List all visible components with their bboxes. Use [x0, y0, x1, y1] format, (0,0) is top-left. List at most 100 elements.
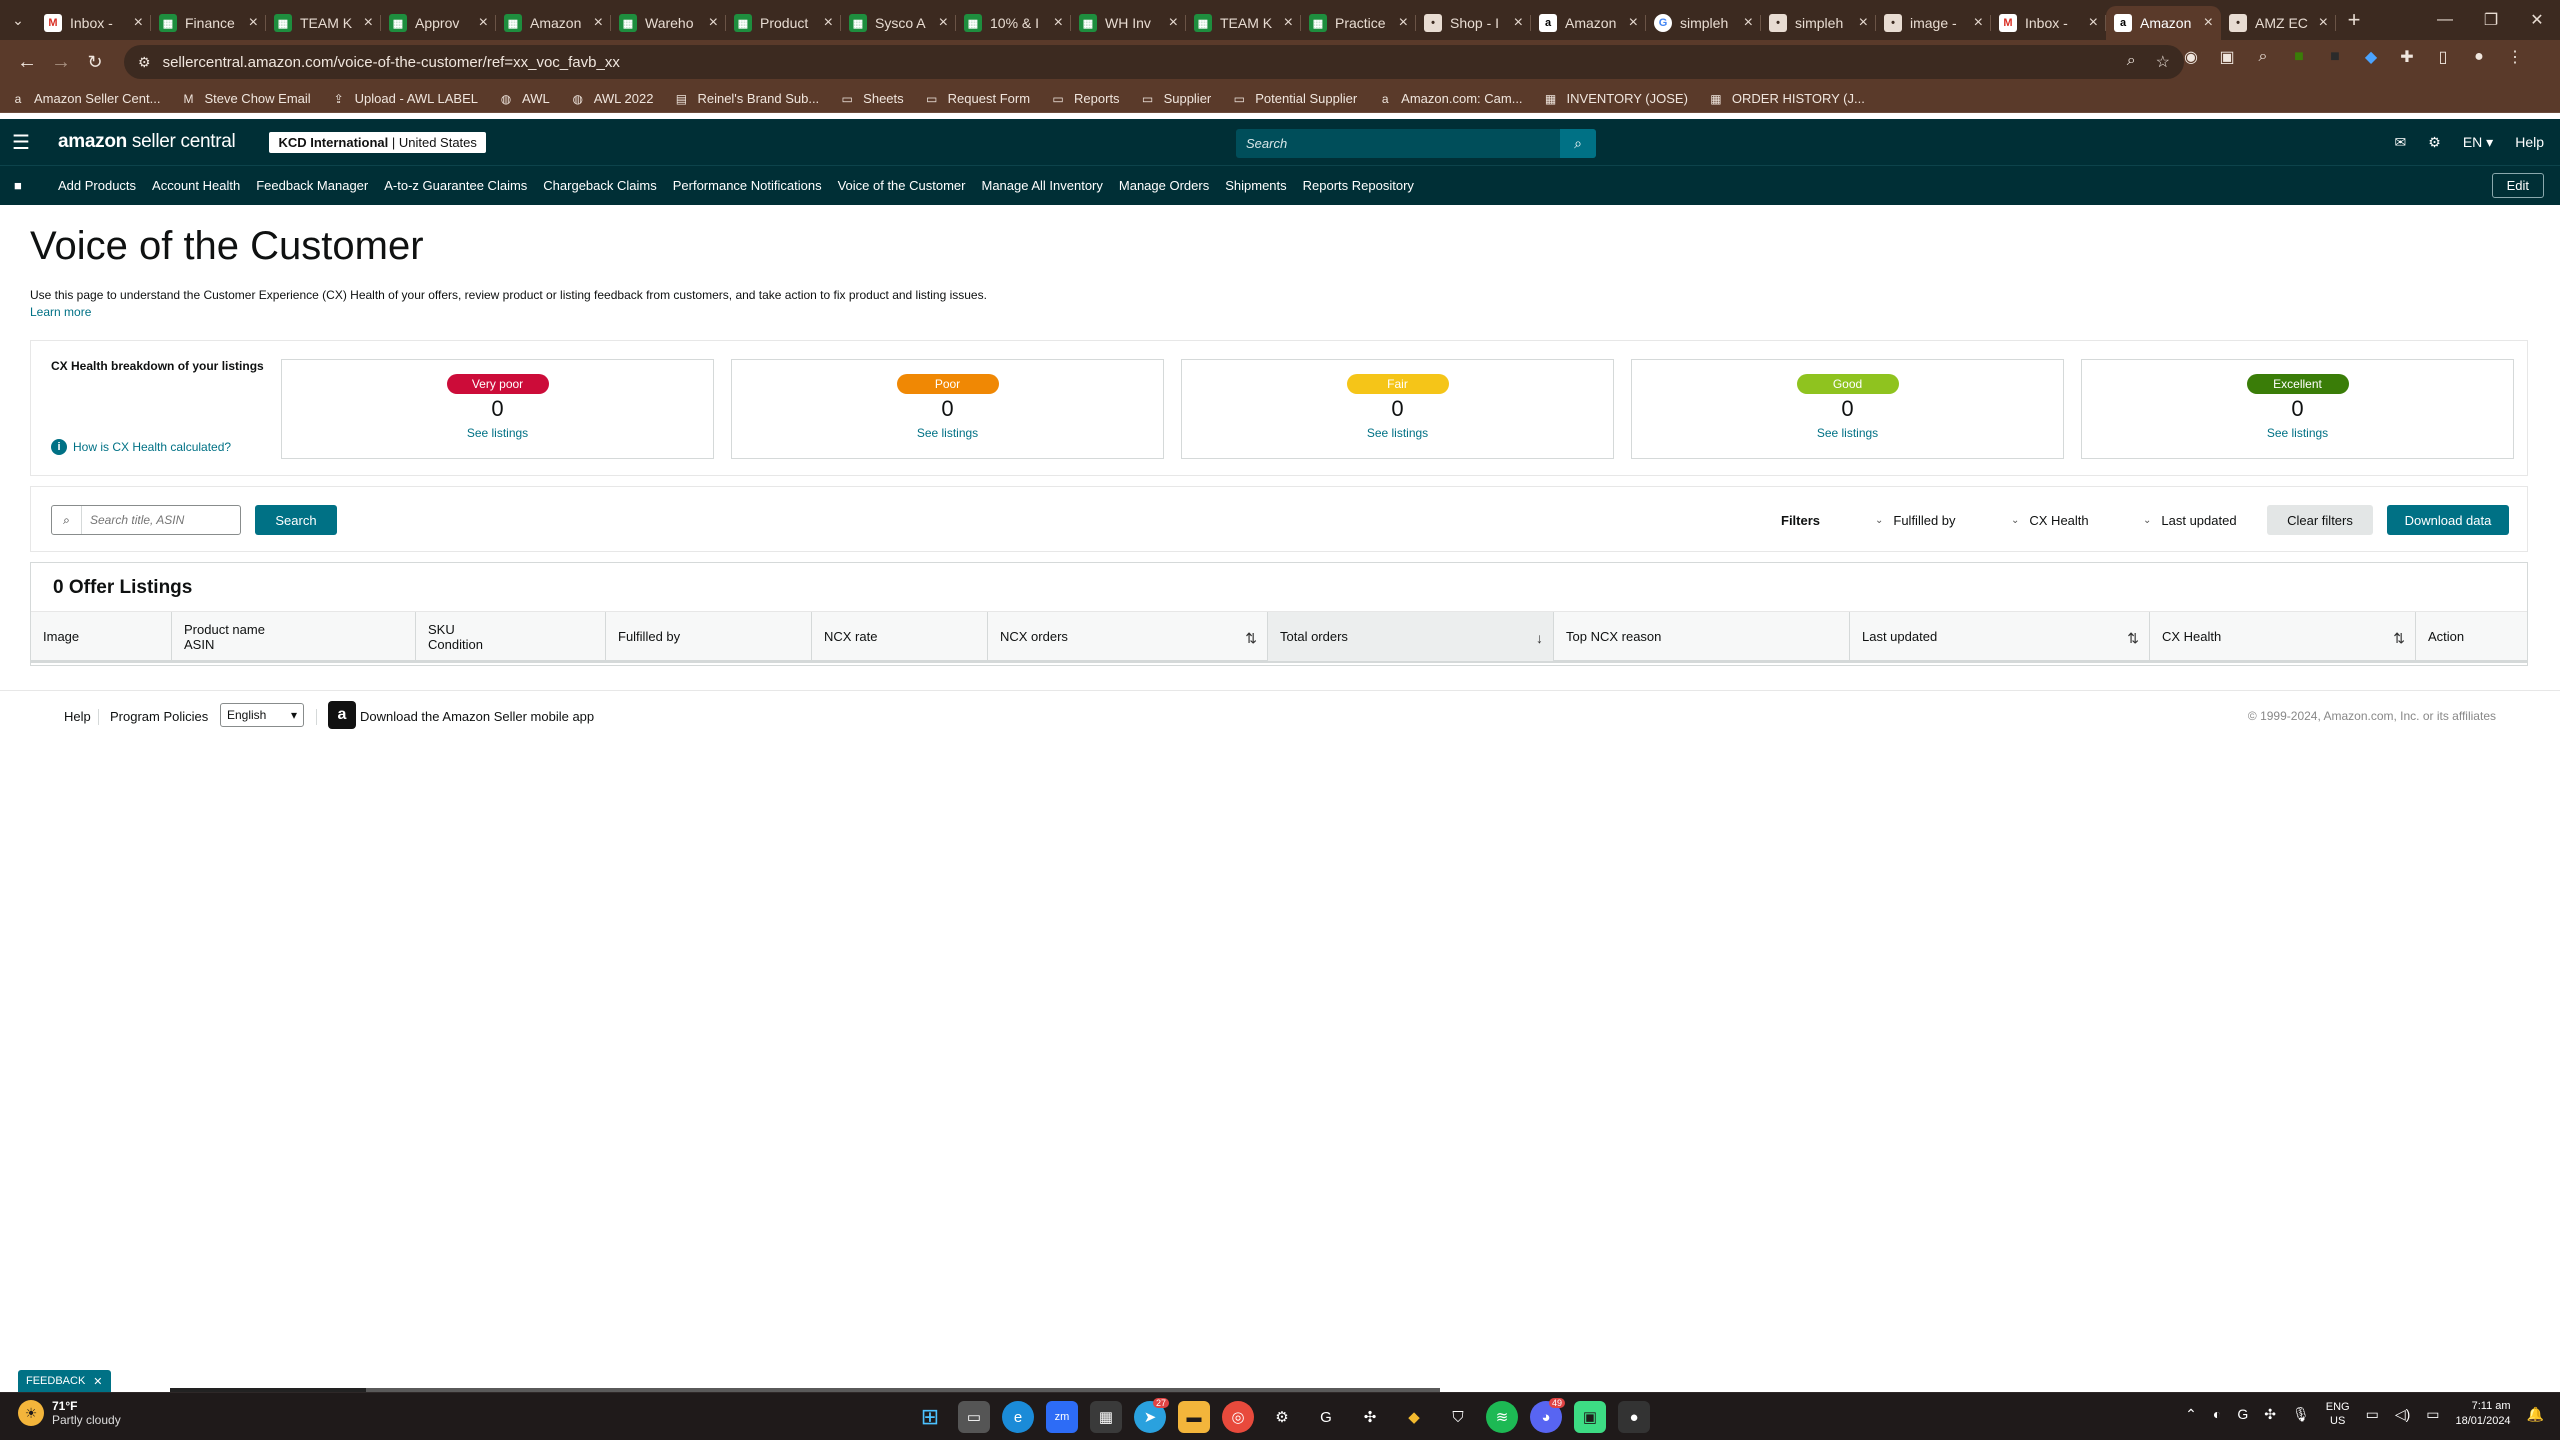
clear-filters-button[interactable]: Clear filters [2267, 505, 2373, 535]
bookmark-item[interactable]: ▤ Reinel's Brand Sub... [673, 91, 819, 107]
mail-icon[interactable]: ✉ [2395, 134, 2407, 151]
close-icon[interactable]: × [1054, 14, 1063, 32]
browser-tab[interactable]: M Inbox - × [36, 6, 151, 40]
display-icon[interactable]: ▭ [2366, 1406, 2379, 1423]
edge-icon[interactable]: e [1002, 1401, 1034, 1433]
see-listings-link[interactable]: See listings [1632, 426, 2063, 440]
user-app-icon[interactable]: ● [1618, 1401, 1650, 1433]
app-g-icon[interactable]: G [1310, 1401, 1342, 1433]
tab-search-icon[interactable]: ⌄ [0, 0, 36, 40]
browser-tab[interactable]: ▦ 10% & I × [956, 6, 1071, 40]
bookmark-star-icon[interactable]: ☆ [2156, 52, 2170, 72]
browser-tab[interactable]: ▦ TEAM K × [1186, 6, 1301, 40]
bookmark-item[interactable]: a Amazon Seller Cent... [10, 91, 161, 107]
back-icon[interactable]: ← [10, 46, 44, 80]
green-extension-icon[interactable]: ■ [2288, 46, 2310, 68]
network-app-icon[interactable]: ✣ [1354, 1401, 1386, 1433]
search-extension-icon[interactable]: ⌕ [2252, 46, 2274, 68]
nav-link[interactable]: Voice of the Customer [838, 178, 966, 193]
close-icon[interactable]: × [1284, 14, 1293, 32]
table-column-header[interactable]: Last updated ⇅ [1849, 612, 2149, 661]
browser-tab[interactable]: ▦ TEAM K × [266, 6, 381, 40]
cx-health-calc-link[interactable]: i How is CX Health calculated? [51, 439, 231, 455]
table-column-header[interactable]: NCX orders ⇅ [987, 612, 1267, 661]
browser-tab[interactable]: • simpleh × [1761, 6, 1876, 40]
see-listings-link[interactable]: See listings [2082, 426, 2513, 440]
close-icon[interactable]: × [2204, 14, 2213, 32]
account-switcher[interactable]: KCD International | United States [269, 131, 486, 153]
chrome-menu-icon[interactable]: ⋮ [2504, 46, 2526, 68]
nav-link[interactable]: Chargeback Claims [543, 178, 656, 193]
bookmark-item[interactable]: ▦ ORDER HISTORY (J... [1708, 91, 1865, 107]
settings-gear-icon[interactable]: ⚙ [2428, 134, 2441, 151]
footer-help-link[interactable]: Help [64, 709, 91, 724]
sort-descending-icon[interactable]: ↓ [1536, 630, 1543, 646]
browser-tab[interactable]: ▦ Wareho × [611, 6, 726, 40]
nav-link[interactable]: Manage All Inventory [981, 178, 1102, 193]
browser-tab[interactable]: ▦ Product × [726, 6, 841, 40]
close-icon[interactable]: ✕ [93, 1375, 102, 1388]
nav-link[interactable]: Add Products [58, 178, 136, 193]
bookmark-item[interactable]: a Amazon.com: Cam... [1377, 91, 1523, 107]
browser-tab[interactable]: ▦ Sysco A × [841, 6, 956, 40]
close-icon[interactable]: × [939, 14, 948, 32]
browser-tab[interactable]: • AMZ EC × [2221, 6, 2336, 40]
tray-g-icon[interactable]: G [2237, 1406, 2248, 1422]
help-link[interactable]: Help [2515, 134, 2544, 150]
bookmark-item[interactable]: ▦ INVENTORY (JOSE) [1543, 91, 1688, 107]
tray-steam-icon[interactable]: ◐ [2213, 1406, 2221, 1422]
windows-start-icon[interactable]: ⊞ [914, 1401, 946, 1433]
nav-link[interactable]: A-to-z Guarantee Claims [384, 178, 527, 193]
telegram-icon[interactable]: ➤ 27 [1134, 1398, 1169, 1433]
zoom-app-icon[interactable]: zm [1046, 1401, 1078, 1433]
chrome-icon[interactable]: ◎ [1222, 1401, 1254, 1433]
table-column-header[interactable]: CX Health ⇅ [2149, 612, 2415, 661]
close-icon[interactable]: × [1399, 14, 1408, 32]
hamburger-menu-icon[interactable]: ☰ [12, 130, 32, 155]
browser-tab[interactable]: ▦ Approv × [381, 6, 496, 40]
close-icon[interactable]: × [249, 14, 258, 32]
bookmark-item[interactable]: ▭ Request Form [924, 91, 1030, 107]
discord-icon[interactable]: ◕ 49 [1530, 1398, 1565, 1433]
sort-icon[interactable]: ⇅ [2393, 630, 2405, 647]
browser-tab[interactable]: M Inbox - × [1991, 6, 2106, 40]
filter-fulfilled-by[interactable]: ⌄ Fulfilled by [1875, 513, 1956, 528]
footer-language-select[interactable]: English ▾ [220, 703, 304, 727]
shield-app-icon[interactable]: ⛉ [1442, 1401, 1474, 1433]
browser-tab[interactable]: Gsimpleh × [1646, 6, 1761, 40]
input-language[interactable]: ENG US [2326, 1400, 2350, 1428]
sort-icon[interactable]: ⇅ [2127, 630, 2139, 647]
browser-tab[interactable]: a Amazon × [2106, 6, 2221, 40]
seller-search-button[interactable]: ⌕ [1560, 129, 1596, 158]
browser-tab[interactable]: a Amazon × [1531, 6, 1646, 40]
browser-tab[interactable]: ▦ WH Inv × [1071, 6, 1186, 40]
volume-icon[interactable]: ◁) [2395, 1406, 2410, 1423]
dark-extension-icon[interactable]: ■ [2324, 46, 2346, 68]
zoom-icon[interactable]: ⌕ [2127, 52, 2136, 72]
table-column-header[interactable]: Total orders ↓ [1267, 612, 1553, 661]
bookmark-item[interactable]: ◍ AWL [498, 91, 550, 107]
bookmark-item[interactable]: M Steve Chow Email [180, 91, 310, 107]
address-bar[interactable]: ⚙ sellercentral.amazon.com/voice-of-the-… [124, 45, 2184, 79]
calculator-icon[interactable]: ▦ [1090, 1401, 1122, 1433]
browser-tab[interactable]: • Shop - I × [1416, 6, 1531, 40]
language-selector[interactable]: EN ▾ [2463, 134, 2493, 151]
footer-app-link[interactable]: Download the Amazon Seller mobile app [360, 709, 594, 724]
site-info-icon[interactable]: ⚙ [138, 54, 151, 71]
nav-link[interactable]: Reports Repository [1303, 178, 1414, 193]
nav-bookmark-icon[interactable]: ■ [14, 178, 34, 193]
browser-tab[interactable]: ▦ Practice × [1301, 6, 1416, 40]
puzzle-icon[interactable]: ✚ [2396, 46, 2418, 68]
close-icon[interactable]: × [1514, 14, 1523, 32]
close-icon[interactable]: × [1169, 14, 1178, 32]
close-icon[interactable]: × [709, 14, 718, 32]
forward-icon[interactable]: → [44, 46, 78, 80]
bookmark-item[interactable]: ▭ Supplier [1140, 91, 1211, 107]
task-view-icon[interactable]: ▭ [958, 1401, 990, 1433]
listing-search-button[interactable]: Search [255, 505, 337, 535]
close-icon[interactable]: × [824, 14, 833, 32]
close-icon[interactable]: × [1629, 14, 1638, 32]
sort-icon[interactable]: ⇅ [1245, 630, 1257, 647]
close-window-icon[interactable]: ✕ [2514, 0, 2560, 40]
feedback-tab[interactable]: FEEDBACK ✕ [18, 1370, 111, 1392]
